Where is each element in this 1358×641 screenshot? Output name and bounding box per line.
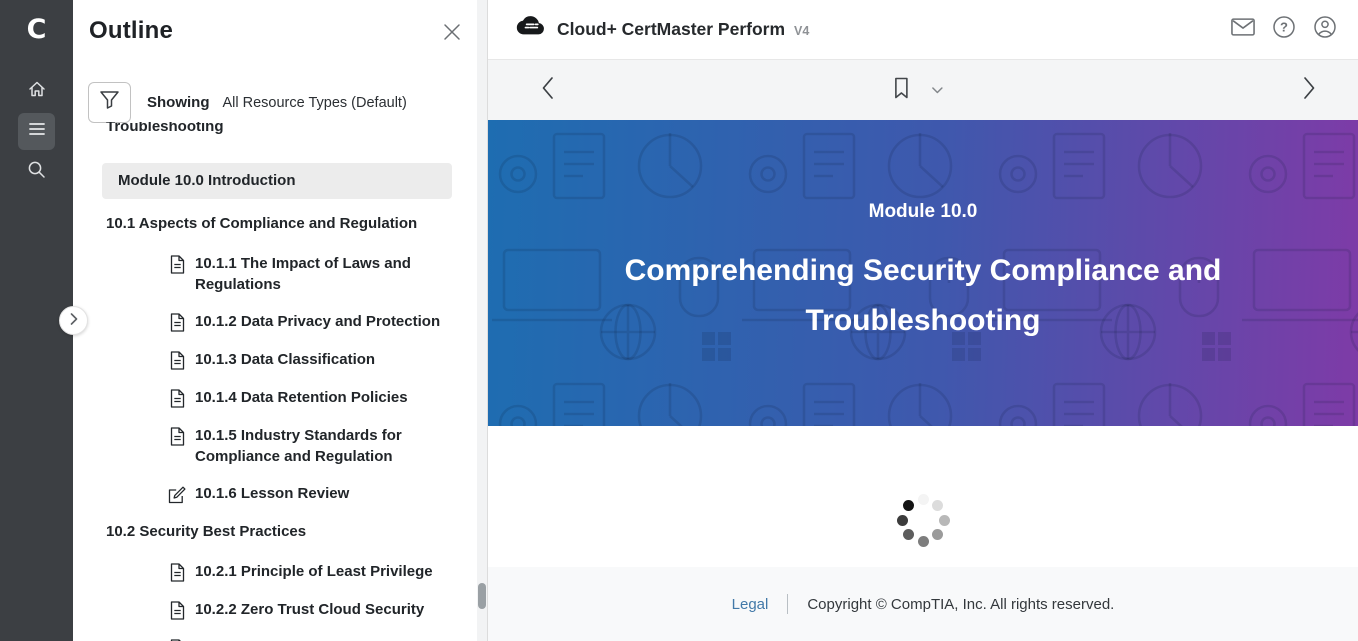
outline-item[interactable]: 10.1.3 Data Classification: [106, 349, 477, 371]
outline-item-label: 10.1.3 Data Classification: [195, 349, 375, 370]
svg-text:?: ?: [1280, 20, 1288, 35]
pencil-edit-icon: [168, 484, 186, 505]
scrollbar-thumb[interactable]: [478, 583, 486, 609]
showing-label: Showing: [147, 94, 210, 111]
document-icon: [168, 388, 186, 409]
filter-row: Showing All Resource Types (Default): [88, 82, 407, 123]
help-button[interactable]: ?: [1271, 17, 1297, 43]
chevron-right-icon: [1303, 76, 1316, 105]
outline-item[interactable]: 10.2 Security Best Practices: [106, 521, 477, 542]
close-icon: [443, 23, 461, 46]
account-button[interactable]: [1312, 17, 1338, 43]
main-area: Cloud+ CertMaster Perform V4 ?: [487, 0, 1358, 641]
outline-item[interactable]: 10.1.2 Data Privacy and Protection: [106, 311, 477, 333]
outline-menu-button[interactable]: [18, 113, 55, 150]
mail-icon: [1230, 17, 1256, 42]
module-number-label: Module 10.0: [869, 201, 978, 223]
close-panel-button[interactable]: [441, 23, 463, 45]
panel-expand-button[interactable]: [59, 306, 88, 335]
help-icon: ?: [1272, 15, 1296, 44]
bookmark-icon: [891, 76, 910, 105]
next-button[interactable]: [1296, 60, 1322, 120]
outline-item-label: 10.2.3 Benchmark Practices: [195, 637, 393, 641]
filter-value: All Resource Types (Default): [223, 95, 407, 111]
outline-item[interactable]: Module 10.0 Introduction: [102, 163, 452, 199]
comptia-logo: C: [0, 8, 73, 50]
module-banner: Module 10.0 Comprehending Security Compl…: [488, 120, 1358, 426]
document-icon: [168, 562, 186, 583]
outline-item[interactable]: 10.2.2 Zero Trust Cloud Security: [106, 599, 477, 621]
lesson-nav-bar: [488, 60, 1358, 120]
bookmark-menu-button[interactable]: [924, 60, 950, 120]
product-title: Cloud+ CertMaster Perform: [557, 19, 785, 40]
module-title: Comprehending Security Compliance and Tr…: [573, 246, 1273, 346]
home-icon: [27, 79, 47, 104]
filter-button[interactable]: [88, 82, 131, 123]
legal-link[interactable]: Legal: [732, 596, 769, 613]
copyright-text: Copyright © CompTIA, Inc. All rights res…: [807, 596, 1114, 613]
menu-icon: [28, 121, 46, 142]
outline-item-label: 10.1.4 Data Retention Policies: [195, 387, 408, 408]
chevron-right-icon: [70, 312, 78, 330]
search-icon: [27, 160, 46, 184]
document-icon: [168, 312, 186, 333]
outline-item[interactable]: Troubleshooting: [106, 122, 477, 137]
outline-scrollbar[interactable]: [477, 0, 487, 641]
outline-item-label: 10.1.2 Data Privacy and Protection: [195, 311, 440, 332]
app-header: Cloud+ CertMaster Perform V4 ?: [488, 0, 1358, 60]
outline-item[interactable]: 10.1 Aspects of Compliance and Regulatio…: [106, 213, 477, 234]
search-button[interactable]: [18, 153, 55, 190]
outline-panel: Outline Showing All Resource Types (Defa…: [73, 0, 487, 641]
bookmark-button[interactable]: [886, 60, 916, 120]
messages-button[interactable]: [1230, 17, 1256, 43]
outline-item-label: 10.1.1 The Impact of Laws and Regulation…: [195, 253, 445, 295]
home-button[interactable]: [18, 73, 55, 110]
chevron-left-icon: [541, 76, 554, 105]
document-icon: [168, 426, 186, 447]
document-icon: [168, 254, 186, 275]
document-icon: [168, 600, 186, 621]
footer: Legal Copyright © CompTIA, Inc. All righ…: [488, 567, 1358, 641]
filter-funnel-icon: [99, 90, 120, 115]
outline-item-label: 10.1.6 Lesson Review: [195, 483, 349, 504]
footer-divider: [787, 594, 788, 614]
outline-item[interactable]: 10.1.6 Lesson Review: [106, 483, 477, 505]
previous-button[interactable]: [534, 60, 560, 120]
outline-item-label: 10.1.5 Industry Standards for Compliance…: [195, 425, 445, 467]
outline-list: Troubleshooting Module 10.0 Introduction 1…: [73, 122, 477, 641]
outline-item[interactable]: 10.1.4 Data Retention Policies: [106, 387, 477, 409]
outline-item[interactable]: 10.1.1 The Impact of Laws and Regulation…: [106, 253, 477, 295]
outline-item[interactable]: 10.1.5 Industry Standards for Compliance…: [106, 425, 477, 467]
outline-item-label: 10.2.2 Zero Trust Cloud Security: [195, 599, 424, 620]
product-version: V4: [794, 24, 809, 38]
panel-title: Outline: [89, 17, 173, 45]
outline-item[interactable]: 10.2.1 Principle of Least Privilege: [106, 561, 477, 583]
document-icon: [168, 350, 186, 371]
chevron-down-icon: [931, 81, 942, 99]
cloud-product-icon: [516, 15, 545, 44]
account-icon: [1313, 15, 1337, 44]
app-window: C: [0, 0, 1358, 641]
outline-item[interactable]: 10.2.3 Benchmark Practices: [106, 637, 477, 641]
content-area: [488, 426, 1358, 567]
outline-item-label: 10.2.1 Principle of Least Privilege: [195, 561, 433, 582]
loading-spinner: [895, 492, 951, 548]
